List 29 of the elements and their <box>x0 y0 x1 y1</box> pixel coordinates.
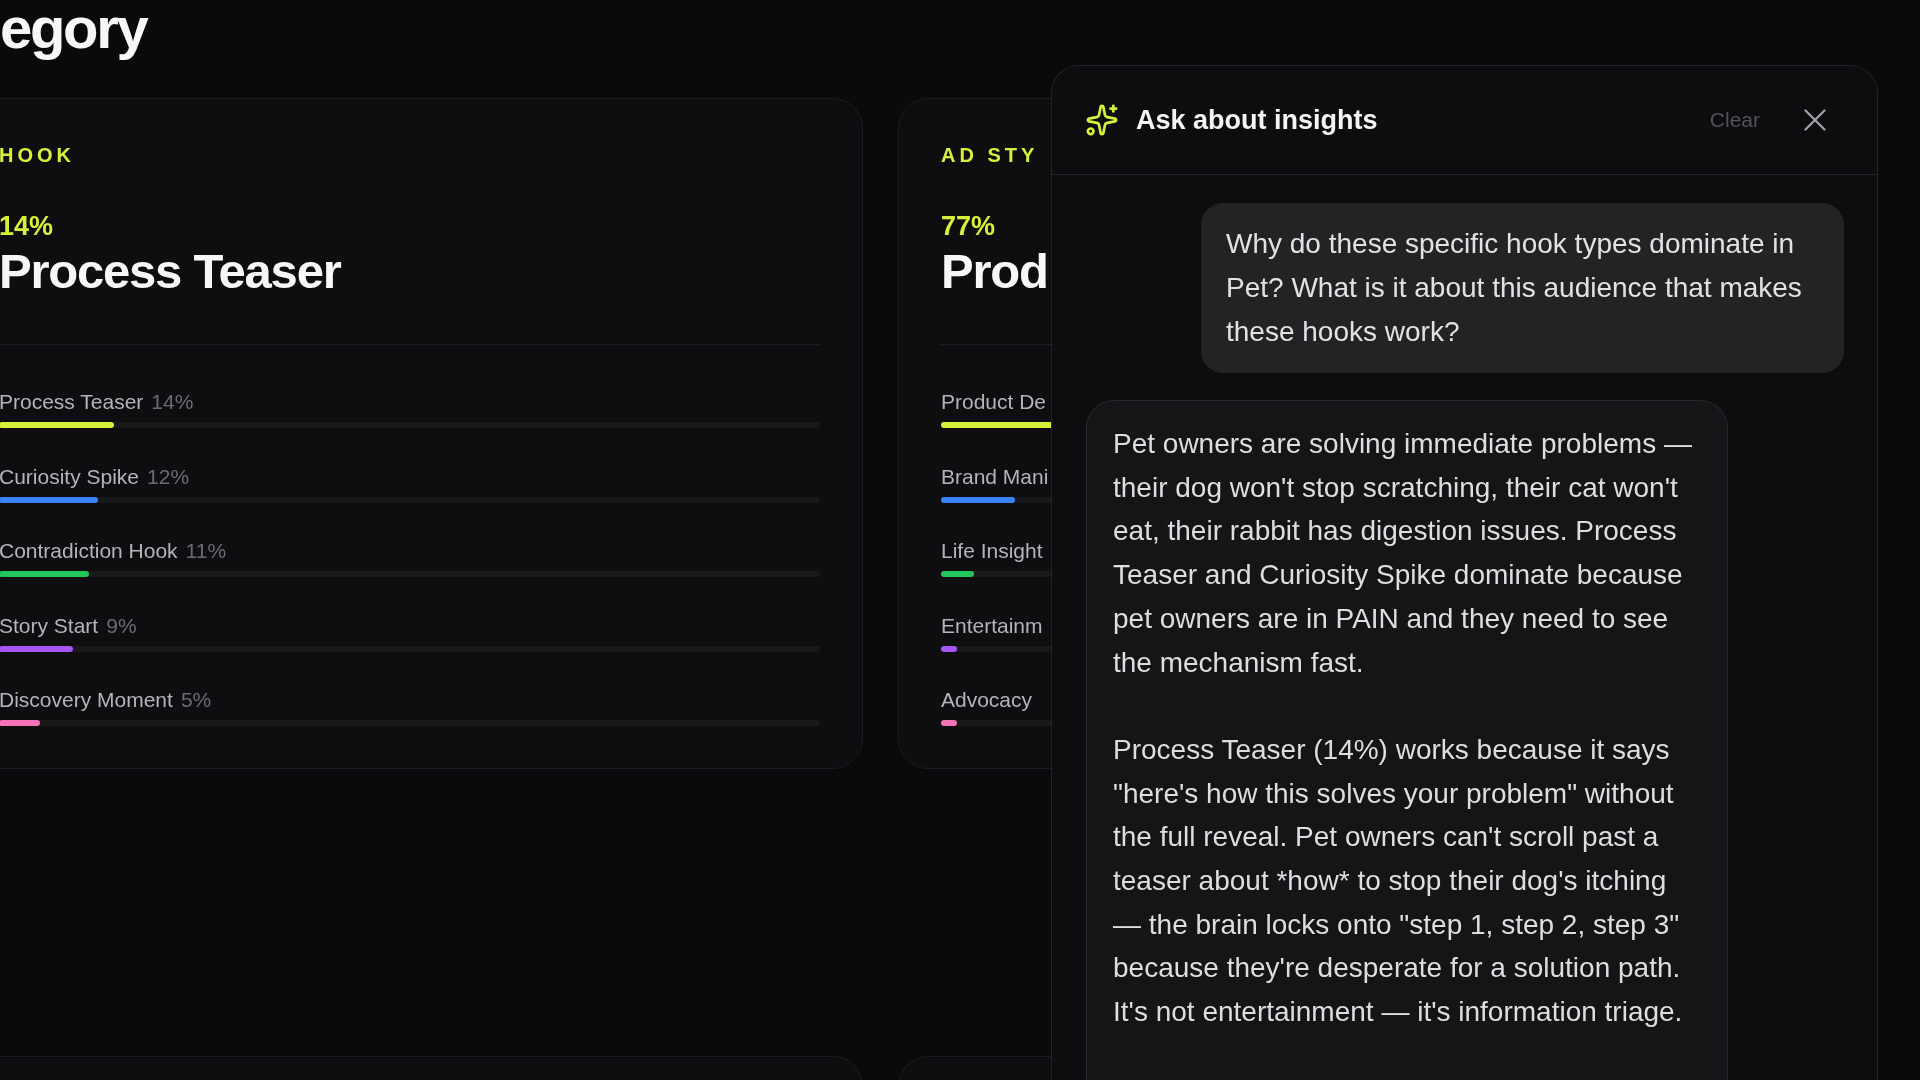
bar-label: Advocacy <box>941 688 1033 713</box>
sparkles-icon <box>1085 103 1119 137</box>
bar-label: Process Teaser <box>0 390 144 414</box>
message-text: Process Teaser (14%) works because it says "here's how this solves your problem" without the full reveal. Pet owners can't scroll past a teaser about *how* to stop their dog's itching — the brain locks onto "step 1, step 2, step 3" because they're desperate for a solution path. It's not entertainment — it's information triage. <box>1113 732 1684 1030</box>
message-text: Why do these specific hook types dominate in Pet? What is it about this audience that makes these hooks work? <box>1226 227 1803 349</box>
bar-label: Product De <box>941 390 1047 414</box>
bar-label: Curiosity Spike <box>0 464 140 489</box>
bar-label: Entertainm <box>941 613 1043 638</box>
close-button[interactable] <box>1804 109 1826 131</box>
section-label: AD STY <box>941 144 1039 166</box>
dialog-title: Ask about insights <box>1136 104 1378 136</box>
bar-percent: 11% <box>185 539 227 564</box>
message-text: Pet owners are solving immediate problems — their dog won't stop scratching, their cat won't eat, their rabbit has digestion issues. Process Teaser and Curiosity Spike dominate because pet owners are in PAIN and they need to see the mechanism fast. <box>1113 427 1693 680</box>
bar-label: Life Insight <box>941 539 1043 564</box>
top-item-title: Process Teaser <box>0 245 341 297</box>
bar-percent: 14% <box>151 390 194 414</box>
bar-percent: 5% <box>180 688 212 713</box>
bar-percent: 12% <box>147 464 190 489</box>
share-percent: 14% <box>0 210 54 242</box>
bar-label: Contradiction Hook <box>0 539 178 564</box>
bar-label: Discovery Moment <box>0 688 173 713</box>
bar-percent: 9% <box>106 613 137 638</box>
close-icon <box>1804 109 1826 131</box>
section-label: HOOK <box>0 144 75 166</box>
clear-button[interactable]: Clear <box>1709 107 1760 133</box>
share-percent: 77% <box>941 210 996 242</box>
bar-label: Brand Mani <box>941 464 1049 489</box>
top-item-title: Prod <box>941 245 1048 297</box>
bar-label: Story Start <box>0 613 99 638</box>
